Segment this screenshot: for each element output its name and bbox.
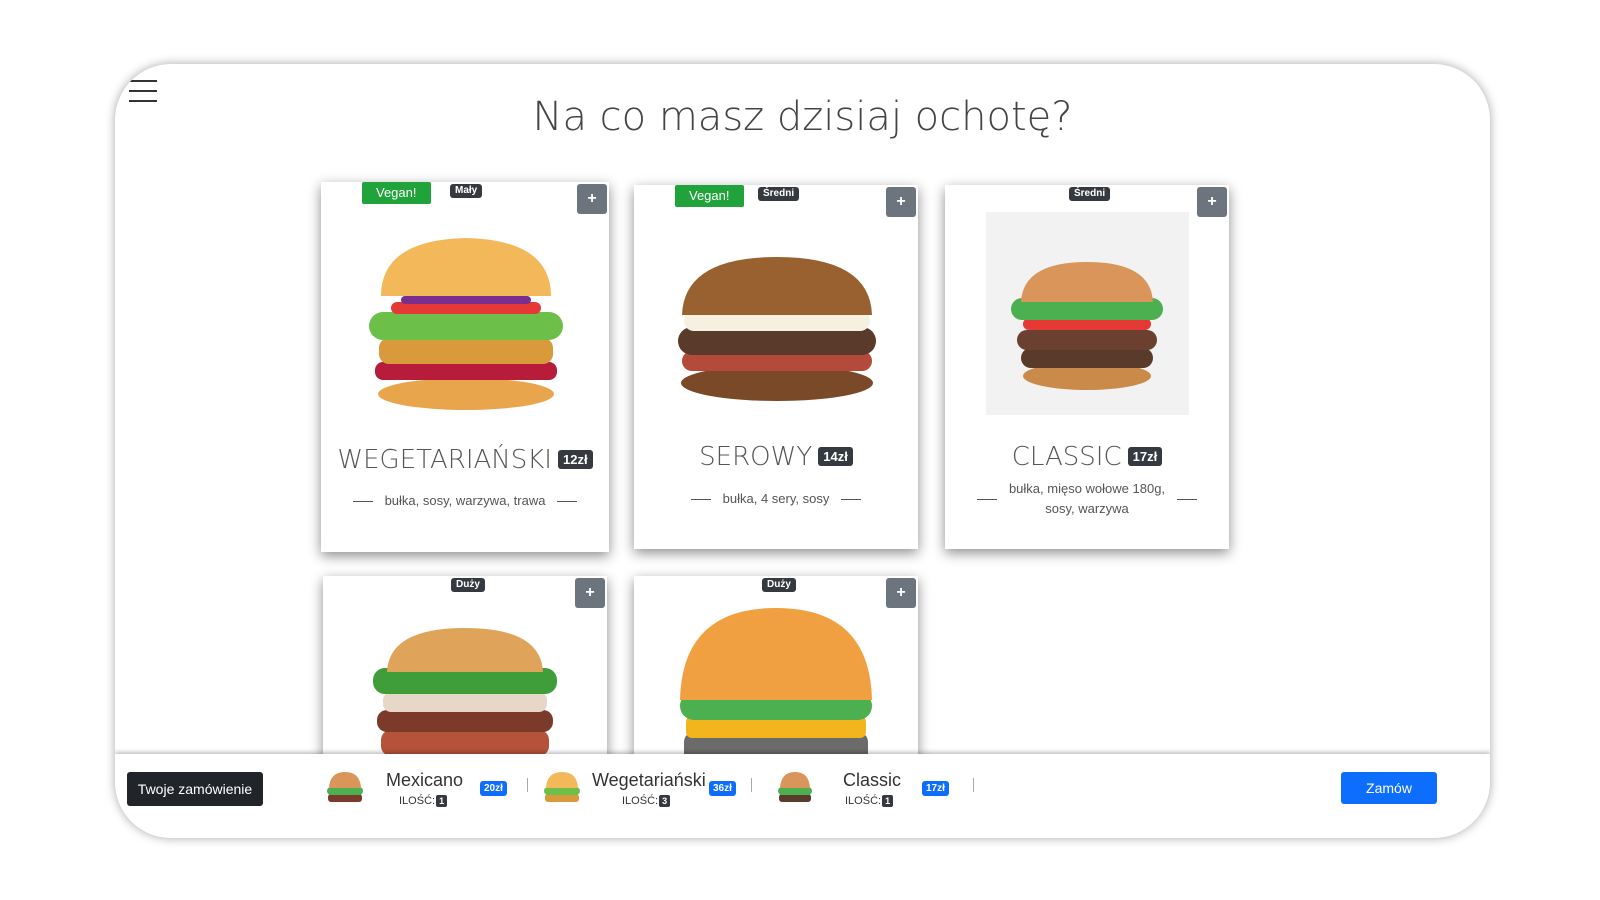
description-text: bułka, mięso wołowe 180g, sosy, warzywa <box>1009 479 1165 519</box>
quantity-value: 1 <box>882 795 894 807</box>
add-to-cart-button[interactable]: + <box>575 578 605 608</box>
size-badge: Średni <box>758 187 800 201</box>
product-card-classic: Średni + CLASSIC 17zł bułka, mięso wołowe… <box>945 185 1229 549</box>
vegan-badge: Vegan! <box>675 185 744 207</box>
description-text: bułka, 4 sery, sosy <box>722 491 830 506</box>
burger-image <box>373 628 557 756</box>
quantity-value: 1 <box>436 795 448 807</box>
separator <box>973 778 974 792</box>
product-name: CLASSIC 17zł <box>945 441 1229 472</box>
size-badge: Duży <box>762 578 796 592</box>
order-item-quantity: ILOŚĆ: 1 <box>845 795 894 807</box>
quantity-label: ILOŚĆ: <box>845 795 882 807</box>
separator <box>751 778 752 792</box>
your-order-button[interactable]: Twoje zamówienie <box>127 772 263 806</box>
product-name: SEROWY 14zł <box>634 441 918 472</box>
quantity-label: ILOŚĆ: <box>399 795 436 807</box>
burger-image <box>1011 262 1163 390</box>
add-to-cart-button[interactable]: + <box>1197 187 1227 217</box>
order-item-name: Wegetariański <box>592 770 706 790</box>
add-to-cart-button[interactable]: + <box>886 187 916 217</box>
order-item-price: 36zł <box>709 781 736 796</box>
description-line: sosy, warzywa <box>1045 501 1129 516</box>
add-to-cart-button[interactable]: + <box>577 184 607 214</box>
price-badge: 17zł <box>1127 447 1163 466</box>
size-badge: Średni <box>1069 187 1111 201</box>
app-window: Na co masz dzisiaj ochotę? Vegan! Mały +… <box>115 64 1490 838</box>
order-item-name: Classic <box>843 770 902 790</box>
quantity-label: ILOŚĆ: <box>622 795 659 807</box>
size-badge: Duży <box>451 578 485 592</box>
burger-image <box>369 238 563 410</box>
order-item-quantity: ILOŚĆ: 1 <box>399 795 448 807</box>
product-card-wegetarianski: Vegan! Mały + WEGETARIAŃSKI 12zł bułka, s… <box>321 182 609 552</box>
product-name-text: SEROWY <box>699 441 813 472</box>
description-line: bułka, mięso wołowe 180g, <box>1008 481 1166 496</box>
product-name: WEGETARIAŃSKI 12zł <box>321 444 609 475</box>
quantity-value: 3 <box>659 795 671 807</box>
price-badge: 14zł <box>818 447 853 466</box>
order-item-price: 17zł <box>922 781 949 796</box>
order-summary-bar: Twoje zamówienie Mexicano ILOŚĆ: 1 20zł W… <box>115 754 1490 838</box>
order-item-name: Mexicano <box>386 770 464 790</box>
description-text: bułka, sosy, warzywa, trawa <box>384 493 546 508</box>
product-name-text: WEGETARIAŃSKI <box>337 444 552 475</box>
page-title: Na co masz dzisiaj ochotę? <box>532 94 1073 140</box>
size-badge: Mały <box>450 184 483 198</box>
price-badge: 12zł <box>557 450 593 469</box>
order-item-price: 20zł <box>480 781 507 796</box>
vegan-badge: Vegan! <box>362 182 431 204</box>
order-item-quantity: ILOŚĆ: 3 <box>622 795 671 807</box>
burger-thumbnail <box>327 772 363 802</box>
burger-thumbnail <box>544 772 580 802</box>
product-description: bułka, sosy, warzywa, trawa <box>321 491 609 511</box>
product-description: bułka, mięso wołowe 180g, sosy, warzywa <box>945 479 1229 519</box>
product-name-text: CLASSIC <box>1011 441 1122 472</box>
submit-order-button[interactable]: Zamów <box>1341 772 1437 804</box>
add-to-cart-button[interactable]: + <box>886 578 916 608</box>
product-description: bułka, 4 sery, sosy <box>634 489 918 509</box>
burger-image <box>678 257 876 401</box>
burger-thumbnail <box>778 772 812 802</box>
separator <box>527 778 528 792</box>
burger-image <box>680 608 872 766</box>
product-card-serowy: Vegan! Średni + SEROWY 14zł bułka, 4 sery… <box>634 185 918 549</box>
